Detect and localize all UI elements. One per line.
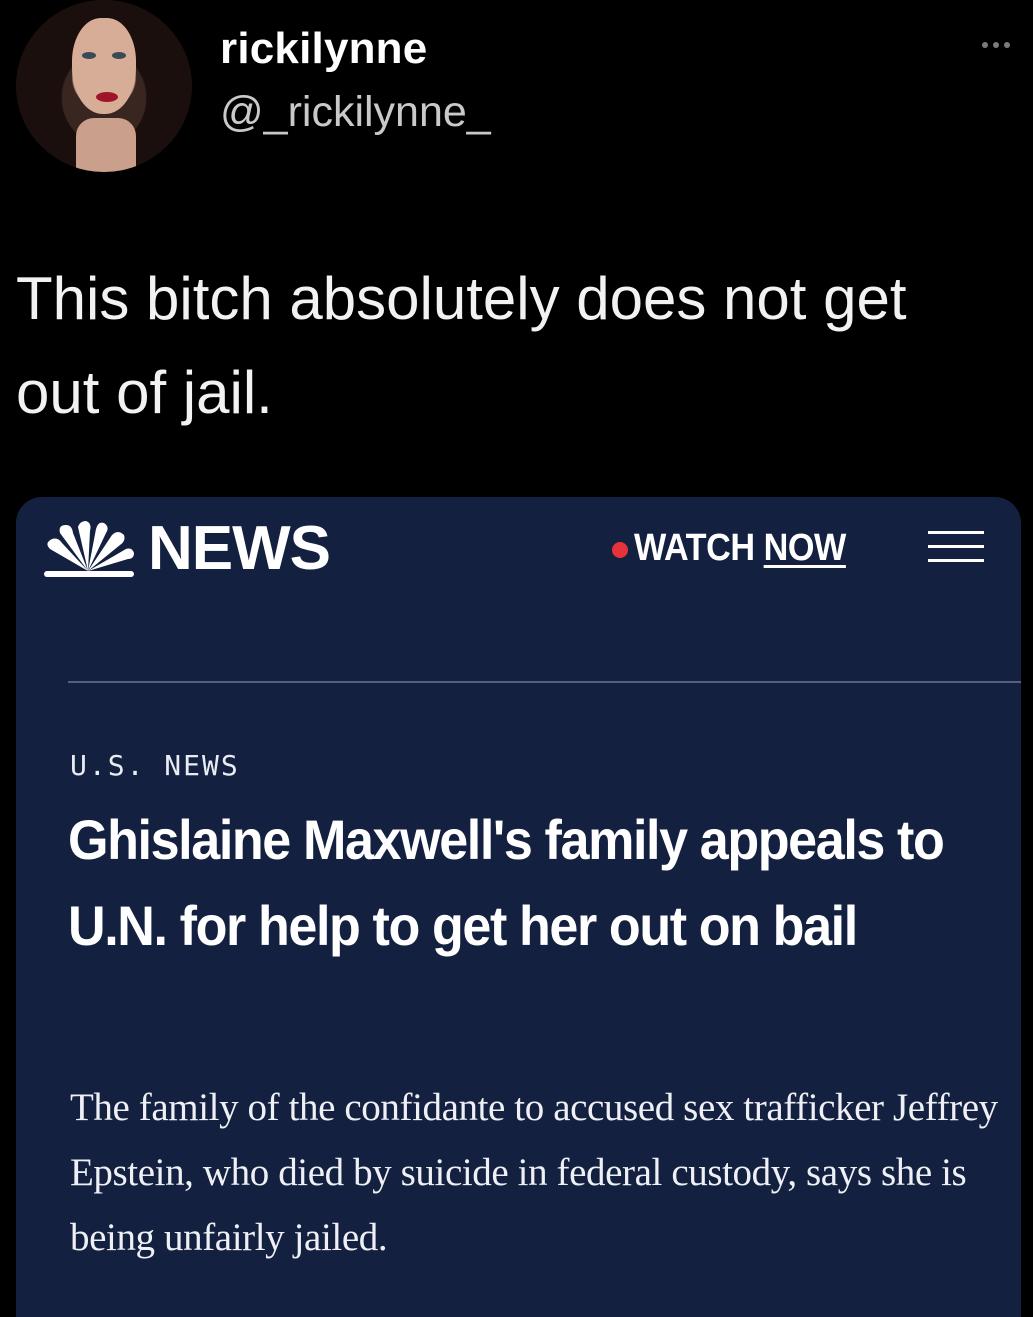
section-label[interactable]: U.S. NEWS xyxy=(70,749,240,782)
live-indicator-icon xyxy=(612,542,628,558)
now-label: NOW xyxy=(763,527,847,569)
article-summary: The family of the confidante to accused … xyxy=(70,1086,998,1259)
news-wordmark[interactable]: NEWS xyxy=(148,513,331,584)
watch-now-link[interactable]: WATCH NOW xyxy=(634,527,846,570)
link-preview-card[interactable]: NEWS WATCH NOW U.S. NEWS Ghislaine Maxwe… xyxy=(16,497,1021,1317)
tweet-text: This bitch absolutely does not get out o… xyxy=(16,265,907,426)
article-headline[interactable]: Ghislaine Maxwell's family appeals to U.… xyxy=(68,797,1007,969)
display-name[interactable]: rickilynne xyxy=(220,24,427,74)
avatar[interactable] xyxy=(16,0,192,172)
menu-icon[interactable] xyxy=(928,525,988,569)
divider xyxy=(68,681,1021,683)
watch-label: WATCH xyxy=(634,527,755,569)
more-options-icon[interactable] xyxy=(972,30,1020,60)
peacock-logo-icon xyxy=(44,521,134,577)
user-handle[interactable]: @_rickilynne_ xyxy=(220,88,491,137)
